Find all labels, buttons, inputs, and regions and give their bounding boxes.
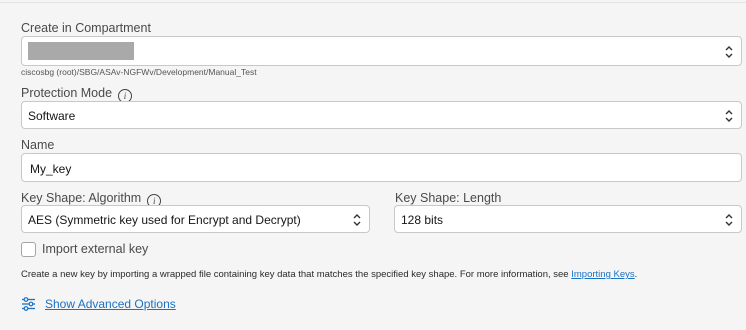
- create-key-form: Create in Compartment ciscosbg (root)/SB…: [0, 0, 746, 330]
- select-arrows-icon: [353, 214, 361, 226]
- key-shape-algorithm-label-text: Key Shape: Algorithm: [21, 191, 142, 205]
- name-label: Name: [21, 138, 55, 152]
- show-advanced-options-link[interactable]: Show Advanced Options: [45, 297, 176, 311]
- compartment-select[interactable]: [21, 36, 742, 66]
- select-arrows-icon: [725, 214, 733, 226]
- protection-mode-value: Software: [28, 109, 76, 123]
- name-input[interactable]: My_key: [21, 153, 742, 182]
- key-shape-length-label: Key Shape: Length: [395, 191, 502, 205]
- compartment-value-redacted: [28, 42, 134, 60]
- key-shape-algorithm-select[interactable]: AES (Symmetric key used for Encrypt and …: [21, 205, 370, 233]
- protection-mode-label-text: Protection Mode: [21, 86, 113, 100]
- import-external-key-label: Import external key: [42, 242, 149, 256]
- import-description-text: Create a new key by importing a wrapped …: [21, 269, 572, 280]
- import-description: Create a new key by importing a wrapped …: [21, 269, 637, 280]
- select-arrows-icon: [725, 110, 733, 122]
- key-shape-length-value: 128 bits: [401, 213, 444, 227]
- import-external-key-checkbox[interactable]: [21, 242, 36, 257]
- select-arrows-icon: [725, 46, 733, 58]
- importing-keys-link[interactable]: Importing Keys: [571, 269, 634, 280]
- compartment-label: Create in Compartment: [21, 21, 151, 35]
- sliders-icon[interactable]: [21, 297, 36, 311]
- key-shape-length-select[interactable]: 128 bits: [394, 205, 742, 233]
- compartment-path-hint: ciscosbg (root)/SBG/ASAv-NGFWv/Developme…: [21, 67, 257, 77]
- protection-mode-select[interactable]: Software: [21, 101, 742, 129]
- name-value: My_key: [30, 162, 72, 176]
- divider: [0, 2, 746, 3]
- key-shape-algorithm-value: AES (Symmetric key used for Encrypt and …: [28, 213, 301, 227]
- import-description-suffix: .: [634, 269, 638, 280]
